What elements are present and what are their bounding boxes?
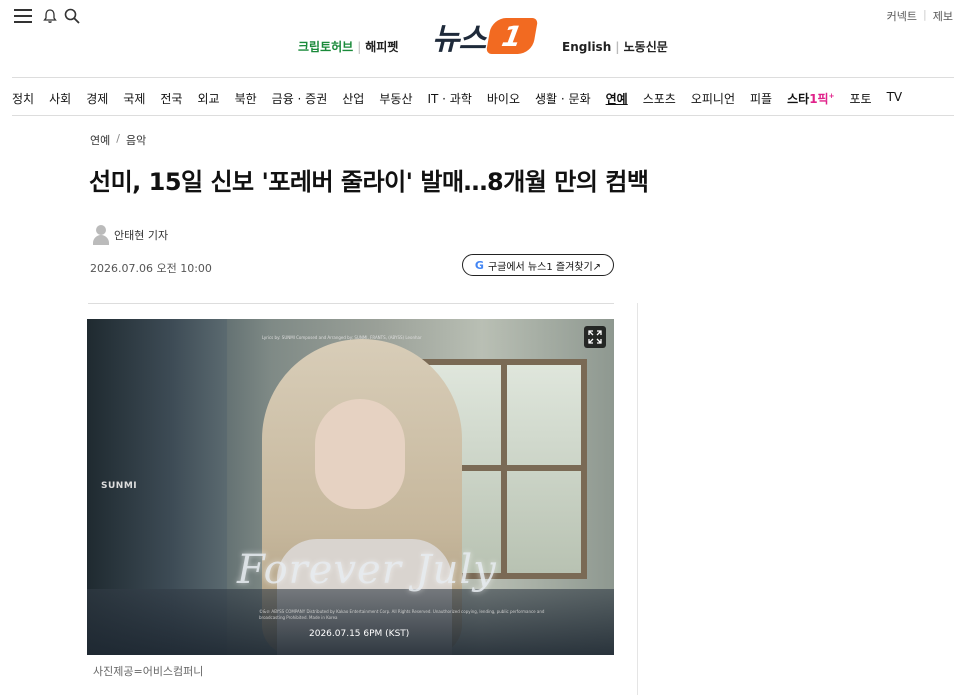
nav-item-world[interactable]: 국제 xyxy=(123,90,145,107)
google-favorite-label: 구글에서 뉴스1 즐겨찾기↗ xyxy=(487,261,602,273)
separator: | xyxy=(923,8,927,21)
nav-item-tv[interactable]: TV xyxy=(887,90,903,107)
logo-badge: 1 xyxy=(486,18,539,54)
happy-pet-link[interactable]: 해피펫 xyxy=(365,38,398,55)
service-links-right: English | 노동신문 xyxy=(562,38,668,55)
nav-item-north-korea[interactable]: 북한 xyxy=(235,90,257,107)
expand-icon[interactable] xyxy=(584,326,606,348)
nav-item-industry[interactable]: 산업 xyxy=(342,90,364,107)
artist-mark: SUNMI xyxy=(101,481,138,491)
service-links-left: 크립토허브 | 해피펫 xyxy=(298,38,399,55)
divider xyxy=(12,115,954,116)
nav-item-economy[interactable]: 경제 xyxy=(86,90,108,107)
article-title: 선미, 15일 신보 '포레버 줄라이' 발매…8개월 만의 컴백 xyxy=(89,168,649,196)
divider xyxy=(88,303,614,304)
nav-item-bio[interactable]: 바이오 xyxy=(487,90,520,107)
breadcrumb-section[interactable]: 연예 xyxy=(90,132,110,148)
article-photo[interactable]: Lyrics by: SUNMI Composed and Arranged b… xyxy=(87,319,614,655)
nav-item-diplomacy[interactable]: 외교 xyxy=(197,90,219,107)
byline: 안태현 기자 xyxy=(92,225,168,245)
nav-item-people[interactable]: 피플 xyxy=(750,90,772,107)
utility-links: 커넥트 | 제보 xyxy=(887,8,953,24)
nav-item-national[interactable]: 전국 xyxy=(160,90,182,107)
photo-caption: 사진제공=어비스컴퍼니 xyxy=(93,665,204,678)
nav-item-society[interactable]: 사회 xyxy=(49,90,71,107)
english-link[interactable]: English xyxy=(562,40,611,54)
logo-text: 뉴스 xyxy=(432,22,486,57)
google-favorite-button[interactable]: G 구글에서 뉴스1 즐겨찾기↗ xyxy=(462,254,614,276)
release-date-text: 2026.07.15 6PM (KST) xyxy=(309,629,410,639)
google-icon: G xyxy=(474,258,484,272)
report-link[interactable]: 제보 xyxy=(933,8,953,24)
divider xyxy=(12,77,954,78)
photo-copyright: ©&℗ ABYSS COMPANY Distributed by Kakao E… xyxy=(259,609,545,620)
nav-item-real-estate[interactable]: 부동산 xyxy=(379,90,412,107)
site-logo[interactable]: 뉴스 1 xyxy=(432,14,539,58)
nav-item-it-science[interactable]: IT · 과학 xyxy=(427,90,471,107)
rodong-link[interactable]: 노동신문 xyxy=(624,38,668,55)
nav-item-opinion[interactable]: 오피니언 xyxy=(691,90,735,107)
breadcrumb: 연예 / 음악 xyxy=(90,132,147,148)
nav-item-life-culture[interactable]: 생활 · 문화 xyxy=(535,90,591,107)
search-icon[interactable] xyxy=(62,6,82,26)
breadcrumb-subsection[interactable]: 음악 xyxy=(126,132,146,148)
nav-item-sports[interactable]: 스포츠 xyxy=(643,90,676,107)
bell-icon[interactable] xyxy=(40,6,60,26)
nav-item-entertainment[interactable]: 연예 xyxy=(606,90,628,107)
nav-item-star1pick[interactable]: 스타1픽+ xyxy=(787,90,834,107)
main-nav: 정치 사회 경제 국제 전국 외교 북한 금융 · 증권 산업 부동산 IT ·… xyxy=(12,90,917,107)
photo-credit-text: Lyrics by: SUNMI Composed and Arranged b… xyxy=(262,335,422,340)
nav-item-photo[interactable]: 포토 xyxy=(849,90,871,107)
sidebar-divider xyxy=(637,303,638,695)
top-bar: 커넥트 | 제보 뉴스 1 크립토허브 | 해피펫 English | 노동신문 xyxy=(0,0,965,78)
nav-item-finance[interactable]: 금융 · 증권 xyxy=(272,90,328,107)
reporter-avatar-icon xyxy=(92,225,110,245)
publish-date: 2026.07.06 오전 10:00 xyxy=(90,262,212,275)
album-title: Forever July xyxy=(237,547,497,593)
connect-link[interactable]: 커넥트 xyxy=(887,8,917,24)
crypto-hub-link[interactable]: 크립토허브 xyxy=(298,38,353,55)
reporter-name[interactable]: 안태현 기자 xyxy=(114,227,168,243)
menu-icon[interactable] xyxy=(13,6,33,26)
nav-item-politics[interactable]: 정치 xyxy=(12,90,34,107)
